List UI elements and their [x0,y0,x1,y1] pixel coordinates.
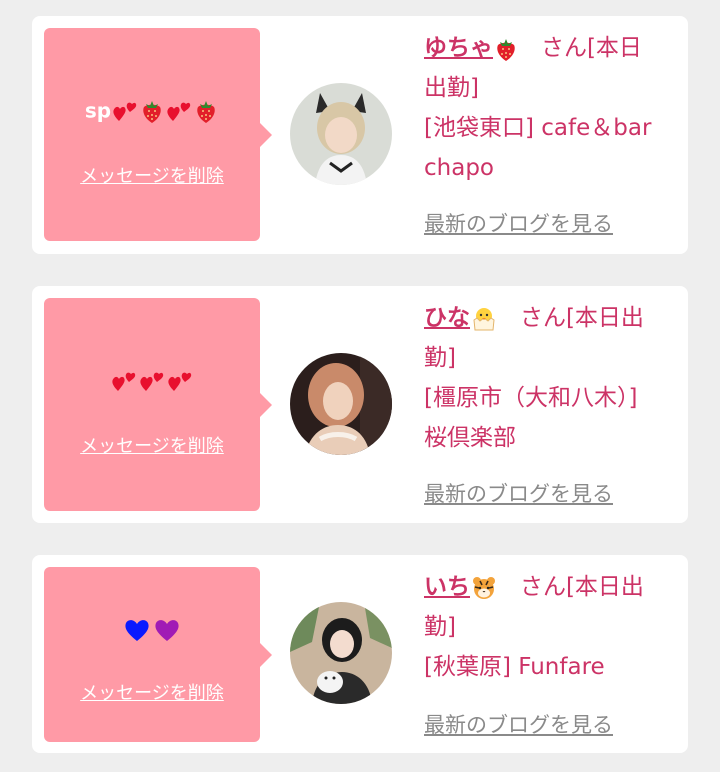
cast-name: いち [424,574,470,600]
message-card: メッセージを削除 いち さん[本日出勤] [秋葉原] Funfare 最新のブロ… [32,555,688,753]
strawberry-icon [197,100,215,123]
latest-blog-link[interactable]: 最新のブログを見る [424,709,613,739]
cast-info: ひな さん[本日出勤] [橿原市（大和八木）] 桜倶楽部 [424,298,664,458]
delete-message-link[interactable]: メッセージを削除 [44,432,260,458]
latest-blog-link[interactable]: 最新のブログを見る [424,208,613,238]
avatar[interactable] [290,353,392,455]
avatar[interactable] [290,83,392,185]
cast-info: いち さん[本日出勤] [秋葉原] Funfare [424,567,664,687]
strawberry-icon [497,38,515,61]
two-hearts-icon [140,372,164,391]
honorific: さん [519,305,566,331]
hatching-chick-icon [473,307,495,330]
delete-message-link[interactable]: メッセージを削除 [44,162,260,188]
message-bubble: メッセージを削除 [44,567,272,742]
shop-name: [橿原市（大和八木）] 桜倶楽部 [424,385,638,451]
strawberry-icon [143,100,161,123]
cast-name-link[interactable]: いち [424,574,498,600]
cast-name: ゆちゃ [424,35,493,61]
avatar[interactable] [290,602,392,704]
two-hearts-icon [167,102,191,121]
cast-info: ゆちゃ さん[本日出勤] [池袋東口] cafe＆bar chapo [424,28,664,188]
avatar-image [290,602,392,704]
cast-name-link[interactable]: ゆちゃ [424,35,519,61]
purple-heart-icon [155,619,179,641]
two-hearts-icon [168,372,192,391]
shop-name: [池袋東口] cafe＆bar chapo [424,115,652,181]
message-card: sp メッセージを削除 ゆちゃ さん[本日出勤] [池袋東口] cafe＆bar… [32,16,688,254]
blue-heart-icon [125,619,149,641]
cast-name-link[interactable]: ひな [424,305,498,331]
two-hearts-icon [113,102,137,121]
shop-name: [秋葉原] Funfare [424,654,605,680]
message-bubble: メッセージを削除 [44,298,272,511]
tiger-face-icon [473,576,495,599]
latest-blog-link[interactable]: 最新のブログを見る [424,478,613,508]
message-card: メッセージを削除 ひな さん[本日出勤] [橿原市（大和八木）] 桜倶楽部 最新… [32,286,688,523]
message-bubble: sp メッセージを削除 [44,28,272,241]
avatar-image [290,83,392,185]
honorific: さん [540,35,587,61]
delete-message-link[interactable]: メッセージを削除 [44,679,260,705]
message-text: sp [84,98,112,123]
cast-name: ひな [424,305,470,331]
avatar-image [290,353,392,455]
message-content [44,611,260,645]
message-content: sp [44,92,260,126]
two-hearts-icon [112,372,136,391]
honorific: さん [519,574,566,600]
message-content [44,362,260,396]
